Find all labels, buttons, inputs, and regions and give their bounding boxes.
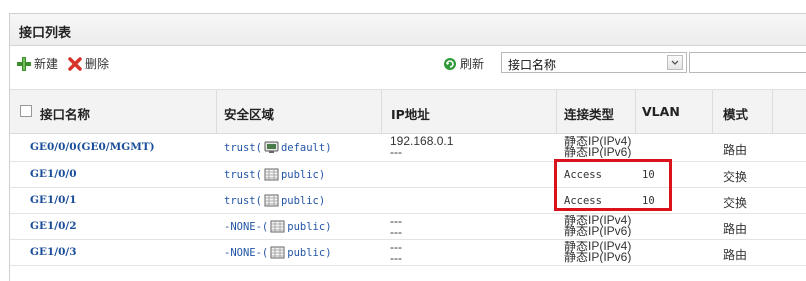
table-row[interactable]: GE1/0/2 -NONE-( public) --- --- 静态IP(IPv…: [10, 214, 806, 240]
column-divider: [381, 90, 382, 133]
connection-type: Access: [564, 195, 602, 207]
mode-value: 交换: [723, 170, 748, 184]
mode-value: 路由: [723, 143, 748, 157]
interface-name-link[interactable]: GE1/0/3: [30, 246, 77, 258]
table-row[interactable]: GE1/0/0 trust( public) Access 10 交换: [10, 162, 806, 188]
zone-prefix: trust(: [224, 141, 262, 154]
conn-line: 静态IP(IPv6): [564, 224, 632, 237]
ip-address: 192.168.0.1 ---: [390, 135, 453, 159]
table-row[interactable]: GE0/0/0(GE0/MGMT) trust( default) 192.16…: [10, 133, 806, 162]
conn-line: 静态IP(IPv6): [564, 145, 632, 158]
table-row[interactable]: GE1/0/3 -NONE-( public) --- --- 静态IP(IPv…: [10, 240, 806, 266]
conn-line: 静态IP(IPv6): [564, 250, 632, 263]
security-zone-link[interactable]: -NONE-( public): [224, 246, 332, 259]
interface-name-link[interactable]: GE1/0/1: [30, 194, 77, 206]
security-zone-link[interactable]: -NONE-( public): [224, 220, 332, 233]
column-divider: [556, 90, 557, 133]
delete-button[interactable]: 删除: [68, 55, 109, 72]
select-all-checkbox[interactable]: [20, 105, 32, 117]
connection-type: 静态IP(IPv4) 静态IP(IPv6): [564, 241, 634, 263]
refresh-icon: [443, 57, 457, 71]
connection-type: 静态IP(IPv4) 静态IP(IPv6): [564, 136, 634, 158]
connection-type: Access: [564, 169, 602, 181]
zone-prefix: trust(: [224, 168, 262, 181]
vsys-grid-icon: [270, 246, 285, 259]
zone-vsys: public): [287, 246, 332, 259]
interface-name-link[interactable]: GE1/0/2: [30, 220, 77, 232]
zone-vsys: public): [280, 168, 326, 181]
delete-button-label: 删除: [85, 57, 110, 71]
mode-value: 交换: [723, 196, 748, 210]
table-row[interactable]: GE1/0/1 trust( public) Access 10 交换: [10, 188, 806, 214]
ip-address: --- ---: [390, 241, 402, 265]
zone-prefix: trust(: [224, 194, 262, 207]
plus-icon: [17, 56, 31, 71]
security-zone-link[interactable]: trust( public): [224, 168, 325, 181]
vsys-grid-icon: [270, 220, 285, 233]
interface-name-link[interactable]: GE0/0/0(GE0/MGMT): [30, 141, 155, 153]
column-divider: [712, 90, 713, 133]
col-header-mode[interactable]: 模式: [723, 104, 748, 123]
chevron-down-icon[interactable]: [667, 55, 683, 70]
search-field-value: 接口名称: [508, 58, 557, 72]
col-header-zone[interactable]: 安全区域: [224, 104, 274, 123]
new-button[interactable]: 新建: [17, 55, 58, 72]
toolbar: 新建 删除 刷新 接口名称: [10, 46, 806, 79]
col-header-vlan[interactable]: VLAN: [642, 104, 680, 119]
col-header-ip[interactable]: IP地址: [391, 104, 430, 123]
security-zone-link[interactable]: trust( default): [224, 141, 332, 154]
column-divider: [635, 90, 636, 133]
table-header: 接口名称 安全区域 IP地址 连接类型 VLAN 模式: [10, 89, 806, 134]
new-button-label: 新建: [34, 57, 59, 71]
col-header-conn-type[interactable]: 连接类型: [564, 104, 614, 123]
refresh-button-label: 刷新: [460, 57, 485, 71]
search-input[interactable]: [689, 52, 806, 73]
zone-prefix: -NONE-(: [224, 246, 269, 259]
zone-prefix: -NONE-(: [224, 220, 269, 233]
ip-line: ---: [390, 251, 402, 265]
column-divider: [216, 90, 217, 133]
ip-address: --- ---: [390, 215, 402, 239]
vsys-monitor-icon: [264, 141, 279, 154]
panel-titlebar: 接口列表: [10, 14, 806, 46]
ip-line: ---: [390, 225, 402, 239]
vsys-grid-icon: [264, 168, 279, 181]
vsys-grid-icon: [264, 194, 279, 207]
mode-value: 路由: [723, 248, 748, 262]
interface-list-panel: 接口列表 新建 删除 刷新 接口名称 接口名称 安全区域 IP地址 连接类型 V…: [9, 13, 806, 281]
interface-name-link[interactable]: GE1/0/0: [30, 168, 77, 180]
vlan-value: 10: [642, 195, 655, 207]
security-zone-link[interactable]: trust( public): [224, 194, 325, 207]
ip-line: ---: [390, 145, 402, 159]
panel-title: 接口列表: [19, 26, 72, 41]
search-field-select[interactable]: 接口名称: [501, 52, 687, 73]
zone-vsys: default): [280, 141, 332, 154]
zone-vsys: public): [287, 220, 332, 233]
connection-type: 静态IP(IPv4) 静态IP(IPv6): [564, 215, 634, 237]
vlan-value: 10: [642, 169, 655, 181]
col-header-name[interactable]: 接口名称: [40, 104, 90, 123]
mode-value: 路由: [723, 222, 748, 236]
column-divider: [772, 90, 773, 133]
delete-x-icon: [68, 56, 82, 71]
zone-vsys: public): [280, 194, 326, 207]
refresh-button[interactable]: 刷新: [443, 55, 484, 72]
